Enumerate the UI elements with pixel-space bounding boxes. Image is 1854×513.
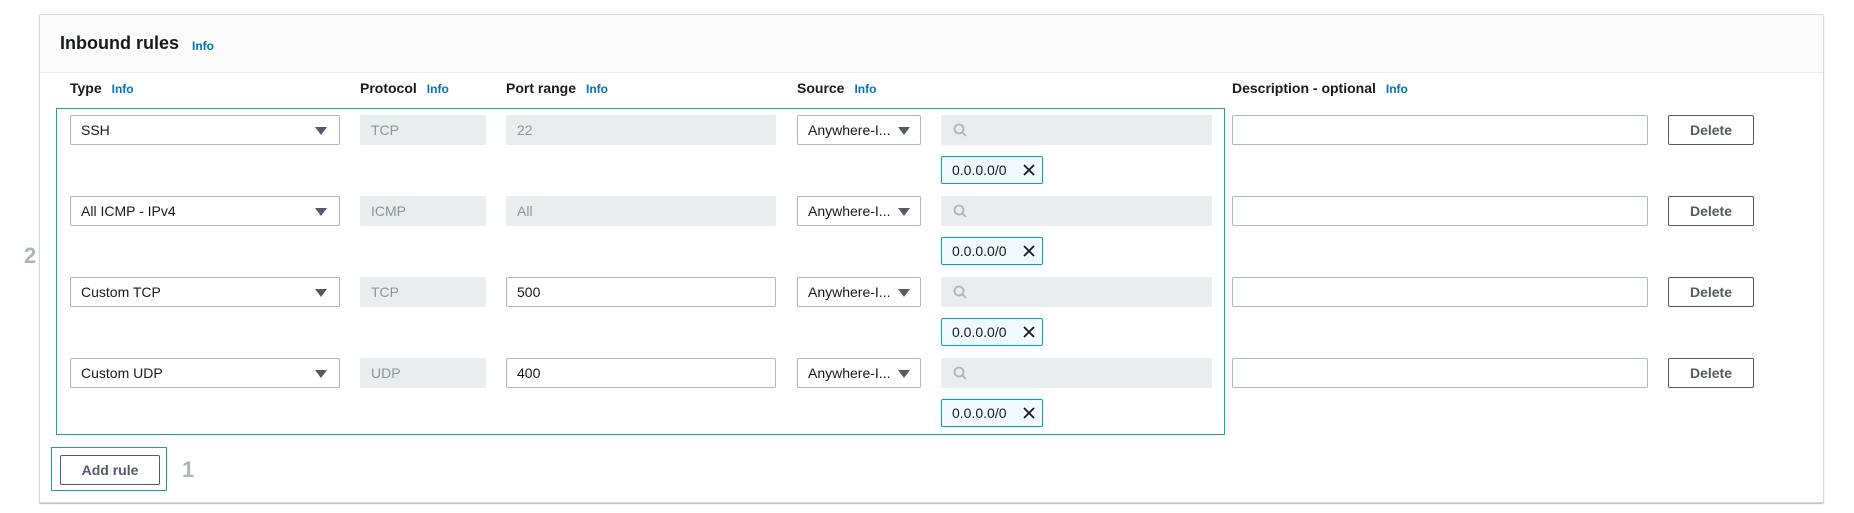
caret-down-icon [898, 370, 910, 378]
column-header-type: Type Info [70, 80, 134, 96]
remove-token-icon[interactable] [1022, 406, 1036, 420]
type-select[interactable]: All ICMP - IPv4 [70, 196, 340, 226]
caret-down-icon [315, 289, 327, 297]
source-search-input[interactable] [941, 115, 1212, 145]
protocol-field: TCP [360, 115, 486, 145]
type-select[interactable]: Custom UDP [70, 358, 340, 388]
caret-down-icon [898, 127, 910, 135]
column-header-protocol: Protocol Info [360, 80, 449, 96]
source-token: 0.0.0.0/0 [941, 399, 1043, 427]
delete-rule-button[interactable]: Delete [1668, 196, 1754, 226]
source-token: 0.0.0.0/0 [941, 156, 1043, 184]
source-token: 0.0.0.0/0 [941, 318, 1043, 346]
panel-title: Inbound rules [60, 33, 179, 53]
remove-token-icon[interactable] [1022, 244, 1036, 258]
caret-down-icon [315, 370, 327, 378]
description-info-link[interactable]: Info [1386, 82, 1408, 96]
protocol-field: UDP [360, 358, 486, 388]
type-select[interactable]: SSH [70, 115, 340, 145]
delete-rule-button[interactable]: Delete [1668, 115, 1754, 145]
port-range-input[interactable]: 400 [506, 358, 776, 388]
delete-rule-button[interactable]: Delete [1668, 277, 1754, 307]
source-info-link[interactable]: Info [854, 82, 876, 96]
type-select[interactable]: Custom TCP [70, 277, 340, 307]
search-icon [953, 366, 967, 380]
search-icon [953, 204, 967, 218]
annotation-label-2: 2 [24, 243, 37, 268]
search-icon [953, 123, 967, 137]
source-search-input[interactable] [941, 358, 1212, 388]
source-select[interactable]: Anywhere-I... [797, 358, 921, 388]
source-select[interactable]: Anywhere-I... [797, 277, 921, 307]
column-header-port-range: Port range Info [506, 80, 609, 96]
caret-down-icon [898, 208, 910, 216]
protocol-field: ICMP [360, 196, 486, 226]
port-range-field: All [506, 196, 776, 226]
description-input[interactable] [1232, 115, 1648, 145]
description-input[interactable] [1232, 358, 1648, 388]
caret-down-icon [898, 289, 910, 297]
search-icon [953, 285, 967, 299]
source-select[interactable]: Anywhere-I... [797, 115, 921, 145]
column-header-source: Source Info [797, 80, 877, 96]
port-range-info-link[interactable]: Info [586, 82, 608, 96]
column-header-description: Description - optional Info [1232, 80, 1408, 96]
protocol-field: TCP [360, 277, 486, 307]
source-token: 0.0.0.0/0 [941, 237, 1043, 265]
description-input[interactable] [1232, 196, 1648, 226]
port-range-field: 22 [506, 115, 776, 145]
source-select[interactable]: Anywhere-I... [797, 196, 921, 226]
delete-rule-button[interactable]: Delete [1668, 358, 1754, 388]
panel-header: Inbound rules Info [40, 15, 1823, 73]
caret-down-icon [315, 208, 327, 216]
caret-down-icon [315, 127, 327, 135]
source-search-input[interactable] [941, 196, 1212, 226]
add-rule-button[interactable]: Add rule [60, 455, 160, 485]
annotation-label-1: 1 [182, 457, 195, 482]
type-info-link[interactable]: Info [112, 82, 134, 96]
remove-token-icon[interactable] [1022, 163, 1036, 177]
remove-token-icon[interactable] [1022, 325, 1036, 339]
source-search-input[interactable] [941, 277, 1212, 307]
protocol-info-link[interactable]: Info [427, 82, 449, 96]
title-info-link[interactable]: Info [192, 39, 214, 53]
port-range-input[interactable]: 500 [506, 277, 776, 307]
description-input[interactable] [1232, 277, 1648, 307]
